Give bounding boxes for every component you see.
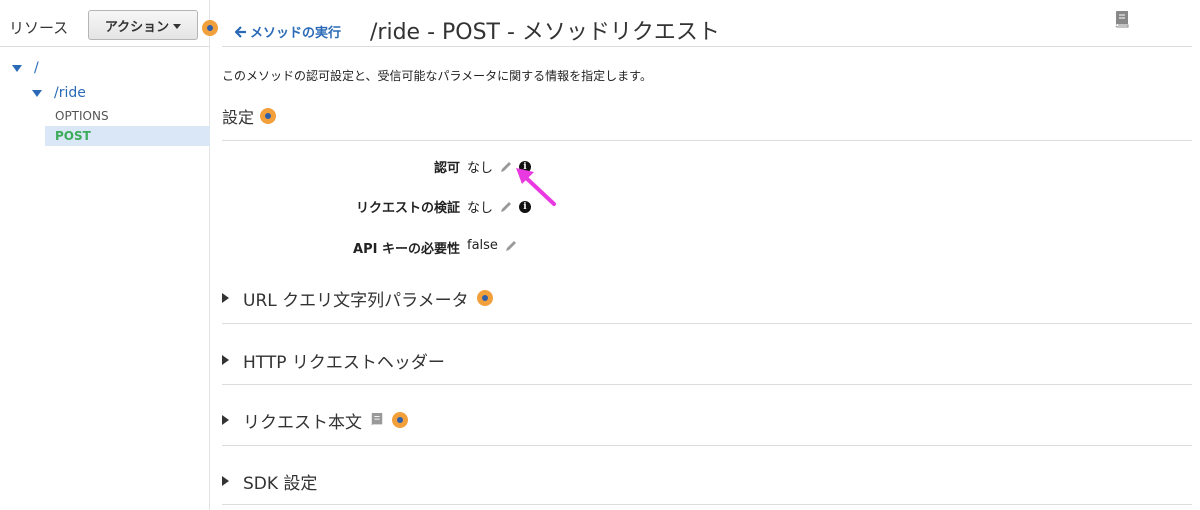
section-title: SDK 設定 <box>243 473 318 494</box>
tree-item-root[interactable]: / <box>12 60 39 76</box>
sidebar-title: リソース <box>9 19 69 37</box>
main-content: メソッドの実行 /ride - POST - メソッドリクエスト このメソッドの… <box>222 0 1192 510</box>
section-title: URL クエリ文字列パラメータ <box>243 290 469 311</box>
back-to-method-execution-link[interactable]: メソッドの実行 <box>235 22 341 41</box>
back-link-label: メソッドの実行 <box>250 26 342 41</box>
help-icon[interactable] <box>260 108 277 124</box>
field-label: リクエストの検証 <box>355 201 460 216</box>
book-icon[interactable] <box>370 412 384 428</box>
tree-item-ride[interactable]: /ride <box>32 85 86 101</box>
field-value: なし <box>467 161 494 176</box>
field-label: API キーの必要性 <box>353 242 460 257</box>
field-value-group: false <box>467 238 518 253</box>
actions-dropdown-button[interactable]: アクション <box>88 10 198 40</box>
divider <box>222 140 1192 141</box>
expand-caret-icon[interactable] <box>32 89 42 97</box>
page-title: /ride - POST - メソッドリクエスト <box>370 20 720 45</box>
page-header: メソッドの実行 /ride - POST - メソッドリクエスト <box>222 0 1192 47</box>
divider <box>222 323 1192 324</box>
section-title: リクエスト本文 <box>243 412 362 433</box>
field-value: false <box>467 238 498 253</box>
chevron-down-icon <box>173 23 182 29</box>
help-icon[interactable] <box>392 412 408 428</box>
expand-caret-icon[interactable] <box>12 64 22 72</box>
divider <box>222 445 1192 446</box>
tree-item-label: / <box>34 60 39 76</box>
divider <box>222 504 1192 505</box>
section-sdk-settings[interactable]: SDK 設定 <box>222 461 1192 501</box>
settings-header: 設定 <box>222 104 277 128</box>
help-icon[interactable] <box>202 20 218 36</box>
arrow-left-icon <box>235 25 246 38</box>
tree-method-label: POST <box>55 129 91 143</box>
expand-caret-icon[interactable] <box>222 476 229 486</box>
section-url-query-params[interactable]: URL クエリ文字列パラメータ <box>222 278 1192 318</box>
tree-item-label: /ride <box>54 85 86 101</box>
expand-caret-icon[interactable] <box>222 355 229 365</box>
page-description: このメソッドの認可設定と、受信可能なパラメータに関する情報を指定します。 <box>222 69 652 83</box>
field-value: なし <box>467 201 494 216</box>
tree-method-options[interactable]: OPTIONS <box>55 109 109 123</box>
expand-caret-icon[interactable] <box>222 415 229 425</box>
help-icon[interactable] <box>476 290 493 306</box>
field-api-key-required: API キーの必要性 false <box>222 238 722 258</box>
section-request-body[interactable]: リクエスト本文 <box>222 400 1192 440</box>
expand-caret-icon[interactable] <box>222 293 229 303</box>
book-icon[interactable] <box>1114 10 1130 28</box>
divider <box>222 384 1192 385</box>
tree-method-post[interactable]: POST <box>45 126 210 146</box>
sidebar-header: リソース アクション <box>0 0 218 47</box>
field-authorization: 認可 なし i <box>222 157 722 177</box>
annotation-arrow-icon <box>516 168 556 206</box>
actions-button-label: アクション <box>104 19 170 35</box>
field-request-validator: リクエストの検証 なし i <box>222 197 722 217</box>
resource-sidebar: リソース アクション / /ride OPTIONS POST <box>0 0 218 510</box>
section-title: HTTP リクエストヘッダー <box>243 352 445 373</box>
settings-title: 設定 <box>222 108 255 127</box>
pencil-edit-icon[interactable] <box>504 239 518 253</box>
section-http-request-headers[interactable]: HTTP リクエストヘッダー <box>222 340 1192 380</box>
field-label: 認可 <box>433 161 460 176</box>
